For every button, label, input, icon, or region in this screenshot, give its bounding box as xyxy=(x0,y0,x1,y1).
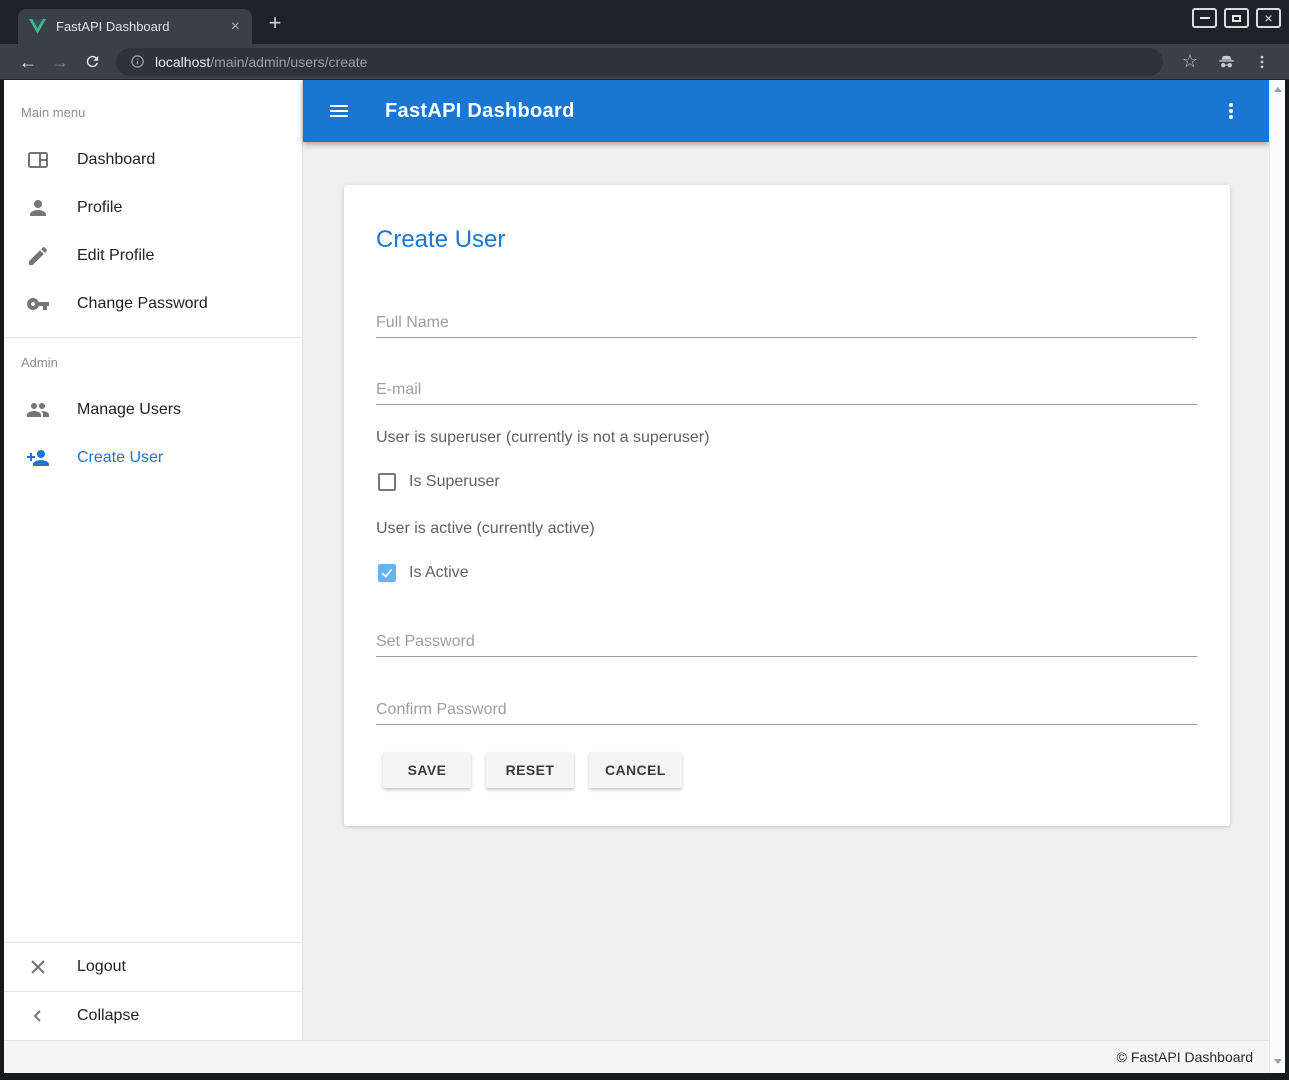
hamburger-menu-icon[interactable] xyxy=(327,99,351,123)
sidebar-item-label: Dashboard xyxy=(77,151,155,169)
sidebar-item-label: Create User xyxy=(77,449,163,467)
browser-menu-icon[interactable] xyxy=(1247,53,1277,71)
sidebar-item-label: Profile xyxy=(77,199,122,217)
info-icon[interactable] xyxy=(130,54,145,69)
sidebar-item-profile[interactable]: Profile xyxy=(4,184,302,232)
page-title: Create User xyxy=(376,225,1197,255)
superuser-hint: User is superuser (currently is not a su… xyxy=(376,428,1197,448)
pencil-icon xyxy=(26,244,50,268)
cancel-button[interactable]: CANCEL xyxy=(589,752,682,788)
forward-button[interactable]: → xyxy=(44,44,76,80)
kebab-menu-icon[interactable] xyxy=(1219,99,1243,123)
sidebar-item-collapse[interactable]: Collapse xyxy=(4,992,302,1040)
sidebar-item-manage-users[interactable]: Manage Users xyxy=(4,386,302,434)
page-scrollbar[interactable] xyxy=(1269,80,1285,1073)
sidebar-item-label: Change Password xyxy=(77,295,208,313)
close-x-icon xyxy=(26,955,50,979)
full-name-input[interactable] xyxy=(376,313,1197,338)
url-path: /main/admin/users/create xyxy=(210,54,367,70)
browser-tab[interactable]: FastAPI Dashboard × xyxy=(18,9,252,44)
sidebar-spacer xyxy=(4,482,302,942)
window-controls: × xyxy=(1192,8,1281,28)
chevron-left-icon xyxy=(26,1004,50,1028)
sidebar-item-change-password[interactable]: Change Password xyxy=(4,280,302,328)
minimize-icon xyxy=(1200,17,1210,19)
person-icon xyxy=(26,196,50,220)
full-name-field xyxy=(376,313,1197,338)
confirm-password-field xyxy=(376,700,1197,725)
browser-titlebar: FastAPI Dashboard × + × xyxy=(0,0,1289,44)
new-tab-button[interactable]: + xyxy=(262,10,288,36)
sidebar-item-create-user[interactable]: Create User xyxy=(4,434,302,482)
sidebar-header-main-menu: Main menu xyxy=(4,88,302,136)
bookmark-star-icon[interactable]: ☆ xyxy=(1175,51,1205,72)
set-password-field xyxy=(376,632,1197,657)
incognito-icon xyxy=(1211,51,1241,72)
toolbar-right: ☆ xyxy=(1175,51,1277,72)
sidebar-item-label: Edit Profile xyxy=(77,247,154,265)
sidebar-item-label: Collapse xyxy=(77,1007,139,1025)
vue-logo-icon xyxy=(29,19,46,34)
sidebar-item-label: Manage Users xyxy=(77,401,181,419)
sidebar-item-edit-profile[interactable]: Edit Profile xyxy=(4,232,302,280)
close-button[interactable]: × xyxy=(1256,8,1281,28)
scroll-up-arrow-icon[interactable] xyxy=(1274,87,1282,92)
active-checkbox[interactable] xyxy=(378,564,396,582)
reload-button[interactable] xyxy=(76,53,108,70)
scroll-down-arrow-icon[interactable] xyxy=(1274,1059,1282,1064)
tab-title: FastAPI Dashboard xyxy=(56,19,227,34)
people-icon xyxy=(26,398,50,422)
app-footer: © FastAPI Dashboard xyxy=(4,1040,1269,1073)
sidebar: Main menu Dashboard Profile xyxy=(4,80,303,1040)
active-hint: User is active (currently active) xyxy=(376,519,1197,539)
tab-close-icon[interactable]: × xyxy=(227,19,244,35)
footer-copyright: © FastAPI Dashboard xyxy=(1117,1049,1253,1065)
dashboard-icon xyxy=(26,148,50,172)
superuser-checkbox[interactable] xyxy=(378,473,396,491)
person-add-icon xyxy=(26,446,50,470)
email-field xyxy=(376,380,1197,405)
url-host: localhost xyxy=(155,54,210,70)
reset-button[interactable]: RESET xyxy=(486,752,574,788)
create-user-card: Create User User is superuser (currently… xyxy=(344,185,1230,826)
app-title: FastAPI Dashboard xyxy=(385,100,575,123)
email-input[interactable] xyxy=(376,380,1197,405)
active-checkbox-row[interactable]: Is Active xyxy=(376,561,1197,585)
confirm-password-input[interactable] xyxy=(376,700,1197,725)
form-buttons: SAVE RESET CANCEL xyxy=(376,752,1197,788)
browser-toolbar: ← → localhost/main/admin/users/create ☆ xyxy=(0,44,1289,80)
app-bar: FastAPI Dashboard xyxy=(303,80,1269,142)
url-bar[interactable]: localhost/main/admin/users/create xyxy=(116,48,1163,76)
page-viewport: Main menu Dashboard Profile xyxy=(4,80,1285,1073)
key-icon xyxy=(26,292,50,316)
active-checkbox-label: Is Active xyxy=(409,564,469,582)
superuser-checkbox-row[interactable]: Is Superuser xyxy=(376,470,1197,494)
minimize-button[interactable] xyxy=(1192,8,1217,28)
sidebar-item-label: Logout xyxy=(77,958,126,976)
maximize-icon xyxy=(1232,15,1241,22)
set-password-input[interactable] xyxy=(376,632,1197,657)
sidebar-item-logout[interactable]: Logout xyxy=(4,943,302,991)
superuser-checkbox-label: Is Superuser xyxy=(409,473,500,491)
save-button[interactable]: SAVE xyxy=(383,752,471,788)
maximize-button[interactable] xyxy=(1224,8,1249,28)
back-button[interactable]: ← xyxy=(12,44,44,80)
sidebar-item-dashboard[interactable]: Dashboard xyxy=(4,136,302,184)
browser-window: FastAPI Dashboard × + × ← → localhost/ma… xyxy=(0,0,1289,1080)
sidebar-header-admin: Admin xyxy=(4,338,302,386)
